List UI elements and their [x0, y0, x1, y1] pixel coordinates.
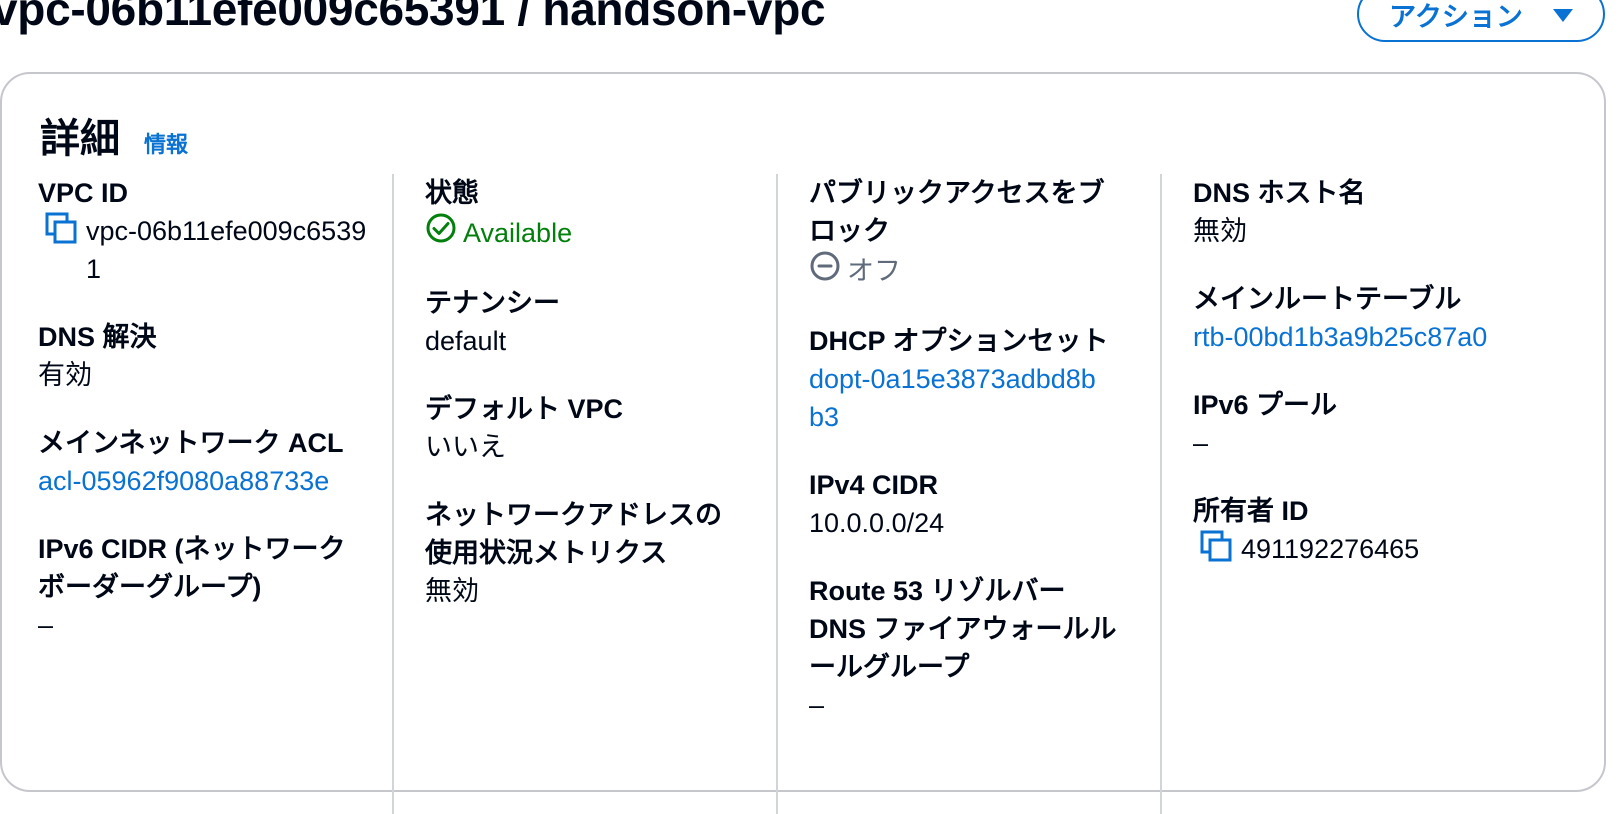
minus-circle-icon — [809, 250, 841, 292]
block-public-access-label: パブリックアクセスをブロック — [809, 178, 1105, 246]
info-link[interactable]: 情報 — [144, 127, 188, 159]
ipv6-pool-label: IPv6 プール — [1193, 390, 1338, 420]
dns-resolution-label: DNS 解決 — [38, 322, 157, 352]
dns-resolution-value: 有効 — [38, 360, 92, 390]
details-column-2: 状態 Available テナンシー default デフォルト VPC いいえ… — [425, 174, 765, 640]
ipv4-cidr-label: IPv4 CIDR — [809, 470, 939, 500]
field-dns-hostnames: DNS ホスト名 無効 — [1193, 174, 1573, 250]
dns-hostnames-value: 無効 — [1193, 216, 1247, 246]
field-ipv4-cidr: IPv4 CIDR 10.0.0.0/24 — [809, 466, 1139, 542]
field-default-vpc: デフォルト VPC いいえ — [425, 390, 765, 466]
dhcp-option-set-link[interactable]: dopt-0a15e3873adbd8bb3 — [809, 360, 1109, 436]
field-state: 状態 Available — [425, 174, 765, 254]
details-panel-header: 詳細 情報 — [40, 106, 188, 164]
vpc-id-value-row: vpc-06b11efe009c65391 — [38, 212, 368, 288]
default-vpc-value: いいえ — [425, 432, 506, 462]
details-column-3: パブリックアクセスをブロック オフ DHCP オプションセット dopt-0a1… — [809, 174, 1139, 754]
field-network-address-metrics: ネットワークアドレスの使用状況メトリクス 無効 — [425, 496, 765, 610]
owner-id-value-row: 491192276465 — [1193, 530, 1573, 568]
network-address-metrics-value: 無効 — [425, 576, 479, 606]
ipv4-cidr-value: 10.0.0.0/24 — [809, 508, 945, 538]
route53-firewall-label: Route 53 リゾルバー DNS ファイアウォールルールグループ — [809, 576, 1117, 682]
default-vpc-label: デフォルト VPC — [425, 394, 624, 424]
field-route53-firewall: Route 53 リゾルバー DNS ファイアウォールルールグループ – — [809, 572, 1139, 724]
column-divider — [776, 174, 778, 814]
main-network-acl-link[interactable]: acl-05962f9080a88733e — [38, 462, 368, 500]
copy-icon[interactable] — [1199, 530, 1233, 562]
field-ipv6-pool: IPv6 プール – — [1193, 386, 1573, 462]
details-column-1: VPC ID vpc-06b11efe009c65391 DNS 解決 有効 メ… — [38, 174, 368, 674]
owner-id-value: 491192276465 — [1241, 534, 1420, 564]
field-block-public-access: パブリックアクセスをブロック オフ — [809, 174, 1139, 292]
column-divider — [1160, 174, 1162, 814]
main-route-table-label: メインルートテーブル — [1193, 284, 1462, 314]
vpc-id-value: vpc-06b11efe009c65391 — [86, 216, 367, 284]
page-title: vpc-06b11efe009c65391 / handson-vpc — [0, 0, 826, 35]
ipv6-cidr-label: IPv6 CIDR (ネットワークボーダーグループ) — [38, 534, 346, 602]
dhcp-option-set-label: DHCP オプションセット — [809, 326, 1109, 356]
column-divider — [392, 174, 394, 814]
check-circle-icon — [425, 212, 457, 254]
field-tenancy: テナンシー default — [425, 284, 765, 360]
owner-id-label: 所有者 ID — [1193, 496, 1309, 526]
network-address-metrics-label: ネットワークアドレスの使用状況メトリクス — [425, 500, 722, 568]
field-vpc-id: VPC ID vpc-06b11efe009c65391 — [38, 174, 368, 288]
details-column-4: DNS ホスト名 無効 メインルートテーブル rtb-00bd1b3a9b25c… — [1193, 174, 1573, 598]
main-network-acl-label: メインネットワーク ACL — [38, 428, 344, 458]
actions-dropdown-button[interactable]: アクション — [1357, 0, 1605, 42]
field-dns-resolution: DNS 解決 有効 — [38, 318, 368, 394]
caret-down-icon — [1552, 9, 1573, 22]
ipv6-pool-value: – — [1193, 428, 1209, 458]
main-route-table-link[interactable]: rtb-00bd1b3a9b25c87a0 — [1193, 318, 1573, 356]
tenancy-value: default — [425, 326, 507, 356]
ipv6-cidr-value: – — [38, 610, 54, 640]
field-main-network-acl: メインネットワーク ACL acl-05962f9080a88733e — [38, 424, 368, 500]
details-panel: 詳細 情報 VPC ID vpc-06b11efe009c65391 DNS 解… — [0, 72, 1606, 814]
tenancy-label: テナンシー — [425, 288, 560, 318]
state-value: Available — [463, 218, 573, 248]
state-label: 状態 — [425, 178, 479, 208]
field-ipv6-cidr: IPv6 CIDR (ネットワークボーダーグループ) – — [38, 530, 368, 644]
block-public-access-value: オフ — [847, 256, 901, 286]
field-dhcp-option-set: DHCP オプションセット dopt-0a15e3873adbd8bb3 — [809, 322, 1139, 436]
actions-button-label: アクション — [1389, 1, 1523, 32]
route53-firewall-value: – — [809, 690, 825, 720]
copy-icon[interactable] — [44, 212, 78, 244]
vpc-id-label: VPC ID — [38, 178, 129, 208]
dns-hostnames-label: DNS ホスト名 — [1193, 178, 1366, 208]
field-owner-id: 所有者 ID 491192276465 — [1193, 492, 1573, 568]
field-main-route-table: メインルートテーブル rtb-00bd1b3a9b25c87a0 — [1193, 280, 1573, 356]
block-public-access-status: オフ — [809, 250, 1139, 292]
panel-title: 詳細 — [40, 117, 120, 161]
state-status: Available — [425, 212, 765, 254]
